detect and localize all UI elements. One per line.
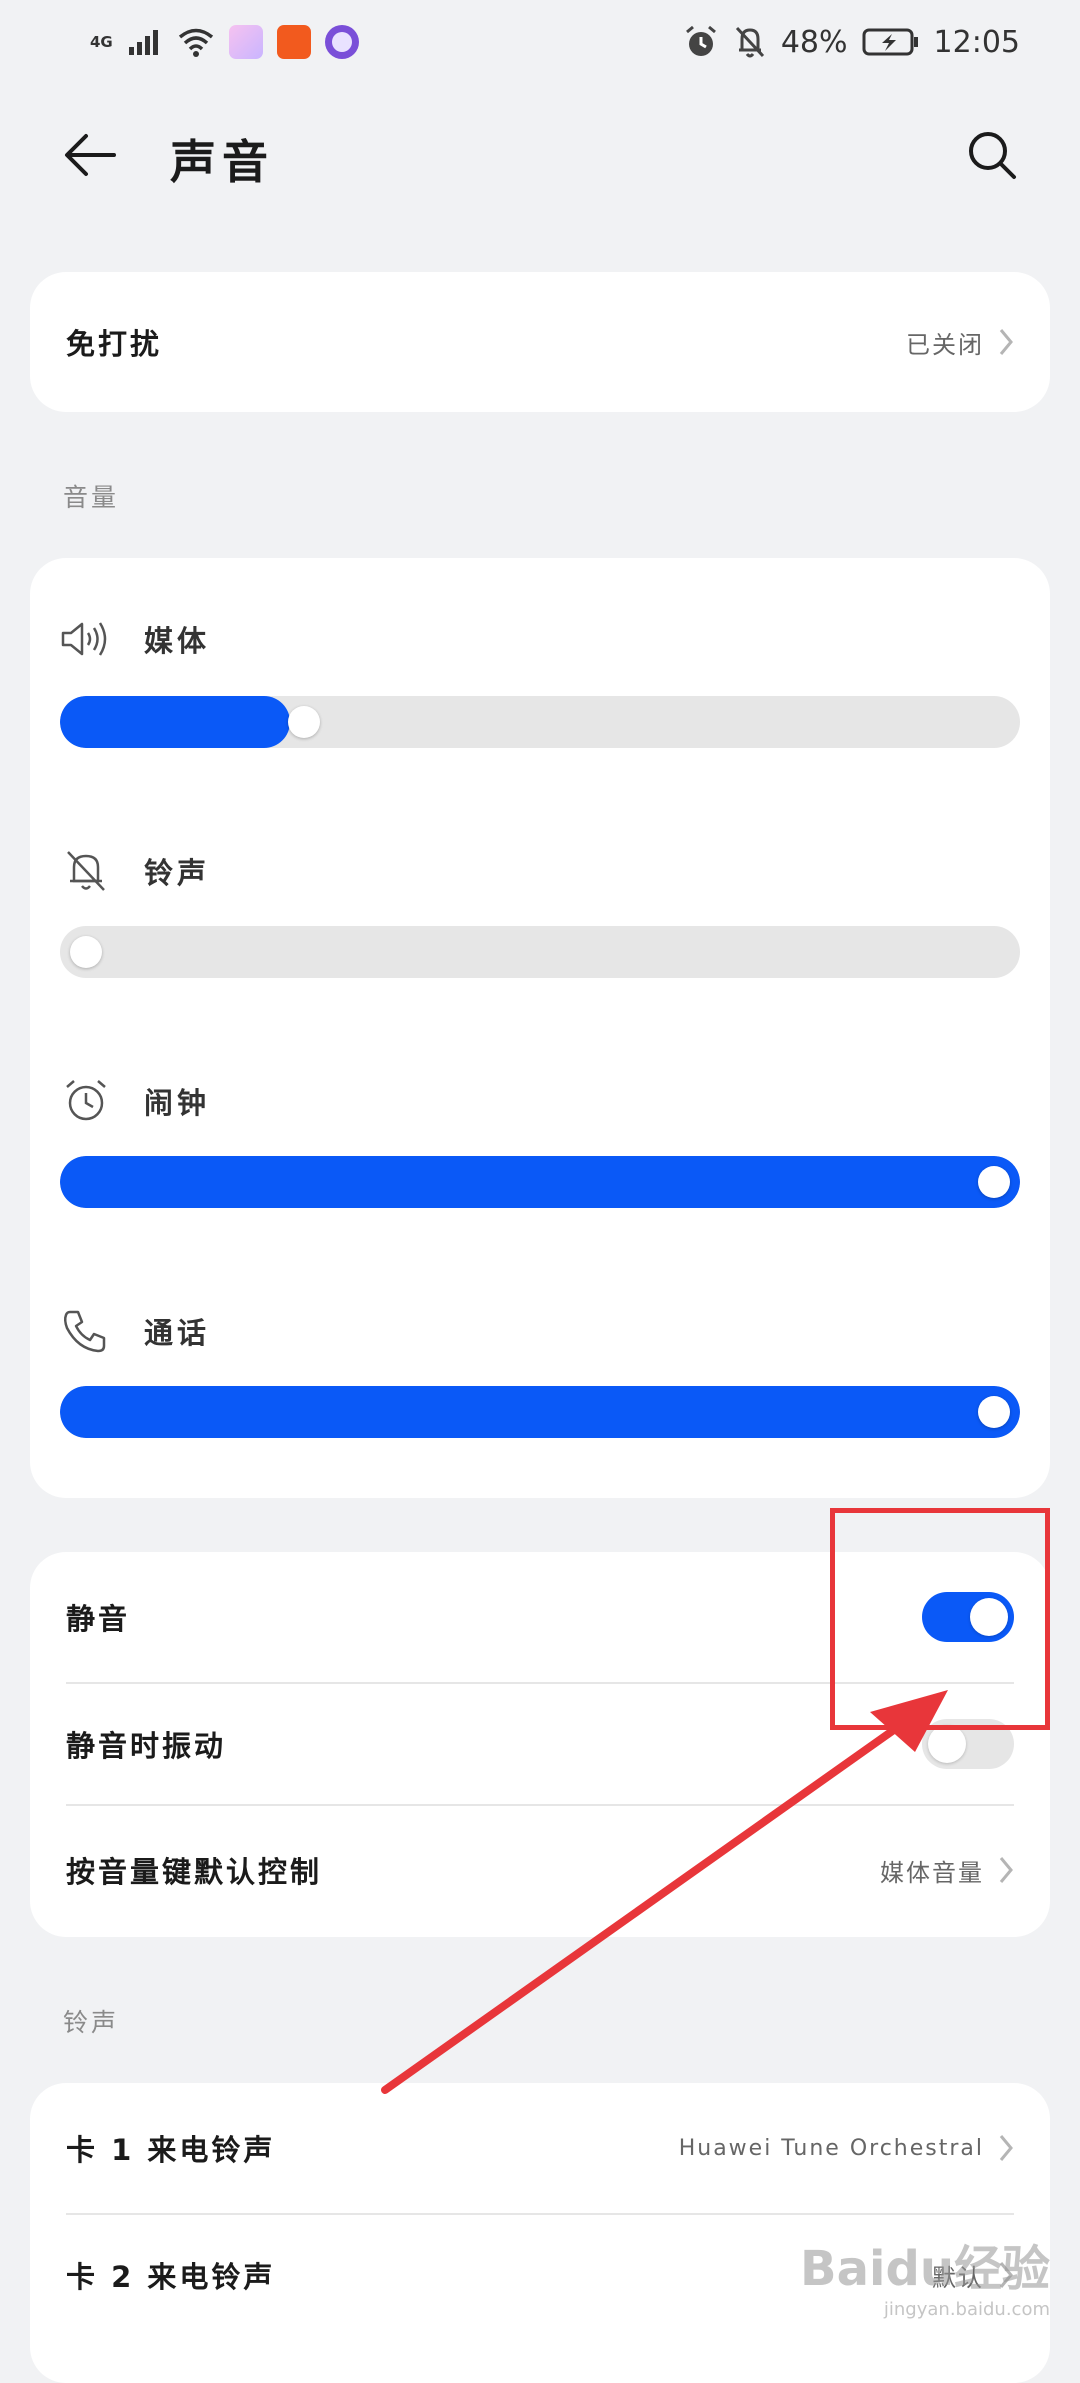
watermark-logo: Baidu经验 xyxy=(800,2241,1050,2297)
annotation-arrow xyxy=(381,1690,948,2094)
watermark: Baidu经验 jingyan.baidu.com xyxy=(800,2229,1050,2320)
watermark-url: jingyan.baidu.com xyxy=(883,2299,1050,2320)
